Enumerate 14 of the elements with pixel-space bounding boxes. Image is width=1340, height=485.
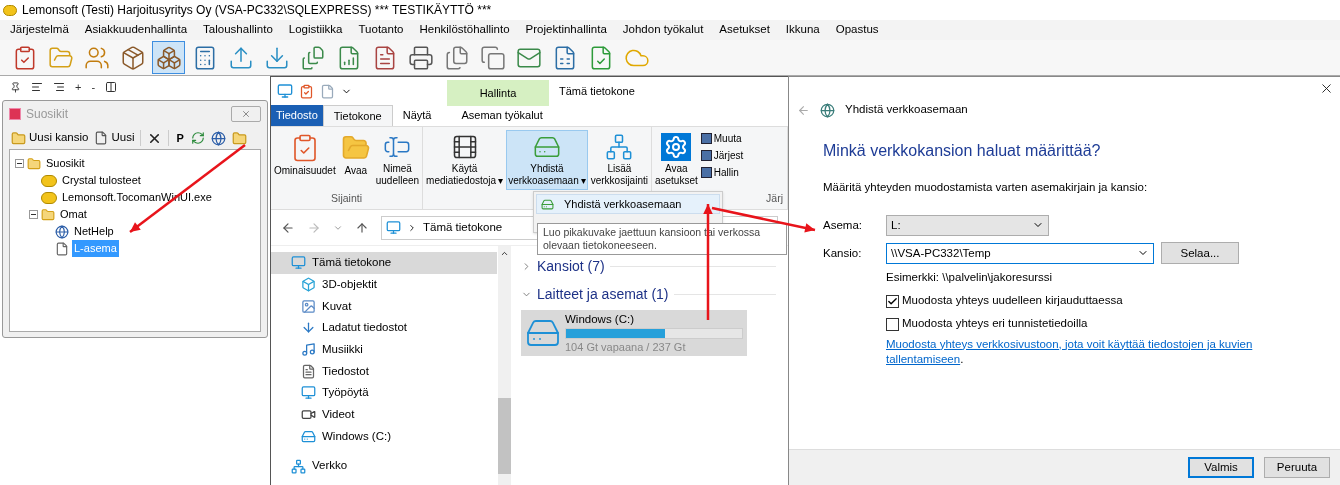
window-title: Tämä tietokone (559, 83, 635, 99)
dialog-heading: Minkä verkkokansion haluat määrittää? (823, 141, 1102, 161)
example-text: Esimerkki: \\palvelin\jakoresurssi (886, 270, 1054, 286)
ribbon-group-label: Järj (766, 191, 784, 206)
window-title: Lemonsoft (Testi) Harjoitusyritys Oy (VSA-PC332\SQLEXPRESS) *** TESTIKÄYTTÖ *** (22, 2, 492, 19)
drive-free-space: 104 Gt vapaana / 237 Gt (565, 339, 687, 355)
dialog-title: Yhdistä verkkoasemaan (845, 102, 968, 118)
field-label: Asema: (823, 217, 863, 233)
panel-title: Suosikit (26, 106, 70, 123)
ribbon-group-label: Sijainti (331, 191, 362, 206)
instruction-text: Määritä yhteyden muodostamista varten asemakirjain ja kansio: (823, 180, 1149, 195)
drive-name: Windows (C:) (565, 311, 635, 327)
field-label: Kansio: (823, 245, 863, 261)
context-tab-header: Hallinta (447, 80, 549, 106)
